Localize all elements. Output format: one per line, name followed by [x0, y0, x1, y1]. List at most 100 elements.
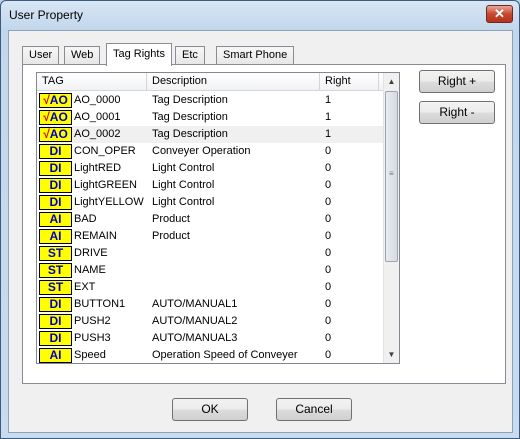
close-button[interactable]: ✕: [486, 5, 513, 23]
table-row[interactable]: DI LightYELLOW Light Control 0: [37, 194, 383, 211]
scroll-thumb[interactable]: ≡: [385, 91, 398, 262]
table-row[interactable]: AI REMAIN Product 0: [37, 228, 383, 245]
tag-name-cell: DRIVE: [74, 247, 108, 259]
description-cell: [152, 245, 322, 262]
tab-user[interactable]: User: [22, 46, 60, 65]
tag-name-cell: LightRED: [74, 162, 122, 174]
scroll-up-icon[interactable]: ▲: [384, 73, 399, 90]
table-row[interactable]: √AO AO_0000 Tag Description 1: [37, 92, 383, 109]
tag-type-label: AO: [49, 93, 68, 107]
tag-type-label: DI: [49, 178, 62, 192]
tag-type-badge-icon: DI: [39, 297, 72, 312]
right-cell: 0: [325, 281, 332, 293]
tag-name-cell: LightYELLOW: [74, 196, 144, 208]
tag-rights-panel: TAG Description Right √AO AO_0000 Tag Desc…: [22, 64, 506, 384]
tag-name-cell: LightGREEN: [74, 179, 137, 191]
right-cell: 0: [325, 213, 332, 225]
table-row[interactable]: DI PUSH3 AUTO/MANUAL3 0: [37, 330, 383, 347]
scroll-down-icon[interactable]: ▼: [384, 346, 399, 363]
description-cell: AUTO/MANUAL1: [152, 298, 238, 310]
list-header: TAG Description Right: [37, 73, 383, 91]
tag-rights-list[interactable]: TAG Description Right √AO AO_0000 Tag Desc…: [36, 72, 400, 364]
checkmark-icon: √: [43, 110, 50, 124]
tab-web[interactable]: Web: [64, 46, 101, 65]
tag-type-badge-icon: DI: [39, 144, 72, 159]
right-cell: 0: [325, 162, 332, 174]
tag-name-cell: Speed: [74, 349, 106, 361]
cancel-button[interactable]: Cancel: [276, 398, 352, 421]
right-minus-button[interactable]: Right -: [419, 101, 495, 124]
column-header-right[interactable]: Right: [320, 73, 379, 91]
table-row[interactable]: ST NAME 0: [37, 262, 383, 279]
right-cell: 1: [325, 128, 332, 140]
dialog-client-area: User Web Tag Rights Etc Smart Phone TAG …: [8, 30, 513, 433]
description-cell: [152, 262, 322, 279]
right-cell: 0: [325, 264, 332, 276]
tag-type-badge-icon: √AO: [39, 110, 72, 125]
right-cell: 1: [325, 111, 332, 123]
title-bar[interactable]: User Property ✕: [1, 1, 519, 29]
table-row[interactable]: AI Speed Operation Speed of Conveyer 0: [37, 347, 383, 363]
description-cell: AUTO/MANUAL3: [152, 332, 238, 344]
tag-type-label: ST: [47, 263, 64, 277]
right-cell: 0: [325, 247, 332, 259]
table-row[interactable]: DI BUTTON1 AUTO/MANUAL1 0: [37, 296, 383, 313]
tag-type-badge-icon: ST: [39, 263, 72, 278]
right-plus-button[interactable]: Right +: [419, 70, 495, 93]
user-property-window: User Property ✕ User Web Tag Rights Etc …: [0, 0, 520, 439]
table-row[interactable]: ST DRIVE 0: [37, 245, 383, 262]
tag-name-cell: EXT: [74, 281, 96, 293]
tag-type-badge-icon: DI: [39, 161, 72, 176]
right-cell: 0: [325, 349, 332, 361]
tag-type-badge-icon: DI: [39, 314, 72, 329]
tag-type-label: AI: [49, 229, 62, 243]
column-header-tag[interactable]: TAG: [37, 73, 147, 91]
description-cell: Tag Description: [152, 94, 228, 106]
tag-type-label: DI: [49, 195, 62, 209]
checkmark-icon: √: [43, 127, 50, 141]
right-cell: 0: [325, 315, 332, 327]
description-cell: Tag Description: [152, 128, 228, 140]
tag-type-label: ST: [47, 280, 64, 294]
table-row[interactable]: DI LightGREEN Light Control 0: [37, 177, 383, 194]
tag-name-cell: NAME: [74, 264, 106, 276]
tag-type-badge-icon: AI: [39, 348, 72, 363]
list-rows: √AO AO_0000 Tag Description 1 √AO AO_0001 Tag …: [37, 92, 383, 363]
description-cell: Conveyer Operation: [152, 145, 251, 157]
tag-type-badge-icon: AI: [39, 212, 72, 227]
table-row[interactable]: AI BAD Product 0: [37, 211, 383, 228]
tag-type-badge-icon: DI: [39, 178, 72, 193]
tag-type-label: AI: [49, 212, 62, 226]
table-row[interactable]: ST EXT 0: [37, 279, 383, 296]
table-row[interactable]: √AO AO_0001 Tag Description 1: [37, 109, 383, 126]
table-row[interactable]: DI LightRED Light Control 0: [37, 160, 383, 177]
tag-type-badge-icon: AI: [39, 229, 72, 244]
tag-type-label: AO: [49, 127, 68, 141]
vertical-scrollbar[interactable]: ▲ ≡ ▼: [383, 73, 399, 363]
right-cell: 0: [325, 179, 332, 191]
description-cell: [152, 279, 322, 296]
tag-type-label: DI: [49, 331, 62, 345]
tag-name-cell: BAD: [74, 213, 97, 225]
tab-etc[interactable]: Etc: [175, 46, 205, 65]
tag-type-badge-icon: ST: [39, 246, 72, 261]
table-row[interactable]: DI CON_OPER Conveyer Operation 0: [37, 143, 383, 160]
column-header-description[interactable]: Description: [147, 73, 320, 91]
ok-button[interactable]: OK: [172, 398, 248, 421]
right-cell: 0: [325, 196, 332, 208]
description-cell: Tag Description: [152, 111, 228, 123]
right-cell: 0: [325, 332, 332, 344]
tag-type-label: ST: [47, 246, 64, 260]
tag-type-badge-icon: √AO: [39, 93, 72, 108]
tag-type-label: DI: [49, 144, 62, 158]
tab-tag-rights[interactable]: Tag Rights: [106, 43, 172, 66]
right-cell: 0: [325, 145, 332, 157]
tab-smart-phone[interactable]: Smart Phone: [216, 46, 295, 65]
table-row[interactable]: √AO AO_0002 Tag Description 1: [37, 126, 383, 143]
table-row[interactable]: DI PUSH2 AUTO/MANUAL2 0: [37, 313, 383, 330]
tag-name-cell: PUSH3: [74, 332, 111, 344]
checkmark-icon: √: [43, 93, 50, 107]
tag-type-label: AI: [49, 348, 62, 362]
description-cell: AUTO/MANUAL2: [152, 315, 238, 327]
grip-icon: ≡: [389, 169, 394, 178]
